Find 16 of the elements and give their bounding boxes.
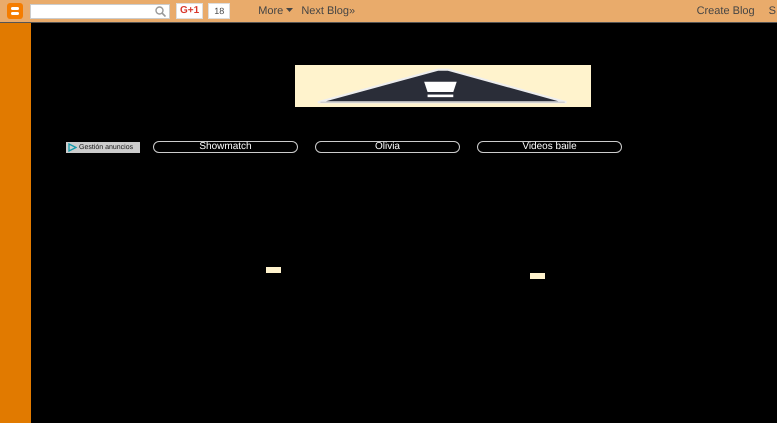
play-icon: [68, 142, 77, 152]
nav-link-pill[interactable]: Videos baile: [477, 141, 622, 153]
plus-count: 18: [208, 3, 230, 19]
more-menu[interactable]: More: [258, 2, 294, 20]
blogger-logo-icon[interactable]: [7, 3, 23, 19]
dash-mark: [530, 273, 545, 279]
caret-icon: [286, 8, 294, 12]
nav-link-pill[interactable]: Olivia: [315, 141, 460, 153]
create-blog-link[interactable]: Create Blog: [696, 2, 755, 20]
dash-mark: [266, 267, 281, 273]
next-blog-link[interactable]: Next Blog»: [301, 2, 356, 20]
nav-link-pill[interactable]: Showmatch: [153, 141, 298, 153]
search-icon[interactable]: [155, 6, 166, 16]
plus-one-button[interactable]: G+1: [176, 3, 204, 19]
search-field[interactable]: [30, 4, 170, 18]
sign-in-link[interactable]: S: [768, 2, 776, 20]
